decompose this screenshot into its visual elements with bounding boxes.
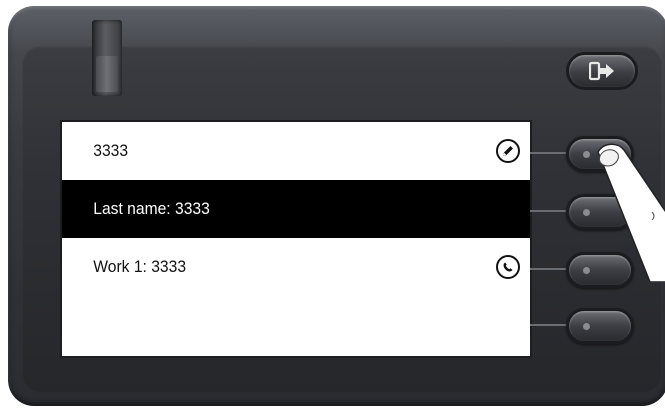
line-key-connector — [530, 268, 568, 270]
list-item-work-1[interactable]: Work 1: 3333 — [62, 238, 530, 296]
list-item-label: Last name: 3333 — [93, 199, 210, 218]
line-key-connector — [530, 210, 568, 212]
notification-led-slot — [92, 20, 122, 96]
exit-arrow-icon — [589, 61, 614, 81]
list-item-label: Work 1: 3333 — [93, 257, 187, 276]
display-screen: 3333 Last name: 3333 Work 1: 3333 — [62, 122, 530, 356]
key-dot-icon — [583, 323, 590, 330]
pointing-finger-icon — [597, 143, 665, 282]
key-dot-icon — [583, 209, 590, 216]
list-item-empty — [62, 296, 530, 354]
exit-button[interactable] — [566, 52, 638, 90]
key-dot-icon — [583, 267, 590, 274]
pencil-edit-icon[interactable] — [496, 139, 520, 163]
phone-call-icon[interactable] — [496, 255, 520, 279]
line-key-4[interactable] — [566, 308, 634, 344]
key-dot-icon — [583, 151, 590, 158]
list-item-label: 3333 — [93, 141, 129, 160]
line-key-connector — [530, 324, 568, 326]
line-key-connector — [530, 152, 568, 154]
list-item-name[interactable]: 3333 — [62, 122, 530, 180]
list-item-last-name[interactable]: Last name: 3333 — [62, 180, 530, 238]
